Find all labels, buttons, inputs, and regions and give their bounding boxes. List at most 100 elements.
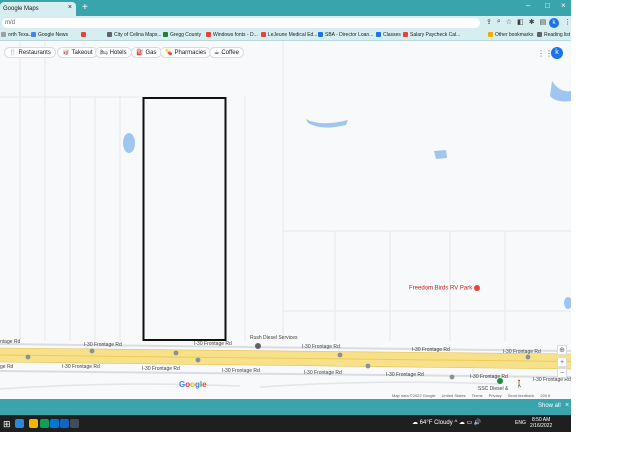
toolbar-icons: ⇪ ⌕ ☆ ◧ ✱ ▤ xyxy=(486,18,546,26)
maximize-button[interactable]: □ xyxy=(545,1,550,10)
poi-freedom-birds[interactable]: Freedom Birds RV Park xyxy=(409,285,481,292)
search-icon[interactable] xyxy=(15,419,24,428)
feedback-link[interactable]: Send feedback xyxy=(508,393,535,398)
show-all-button[interactable]: Show all xyxy=(538,403,561,409)
new-tab-button[interactable]: + xyxy=(82,2,88,14)
restaurant-icon: 🍴 xyxy=(9,50,17,56)
clock-date: 2/16/2022 xyxy=(530,423,553,429)
scale-label[interactable]: 200 ft xyxy=(540,393,550,398)
close-icon[interactable]: × xyxy=(565,402,569,409)
star-icon[interactable]: ☆ xyxy=(506,18,512,26)
puzzle-icon[interactable]: ✱ xyxy=(529,18,535,26)
privacy-link[interactable]: Privacy xyxy=(489,393,502,398)
road-label: I-30 Frontage Rd xyxy=(304,370,342,376)
file-explorer-icon[interactable] xyxy=(29,419,38,428)
app-icon[interactable] xyxy=(70,419,79,428)
reading-list-icon xyxy=(537,32,542,38)
bookmark-favicon xyxy=(1,32,6,38)
other-bookmarks[interactable]: Other bookmarks xyxy=(488,30,533,40)
road-label: I-30 Frontage Rd xyxy=(84,342,122,348)
bookmark-favicon xyxy=(318,32,323,38)
bookmark-favicon xyxy=(206,32,211,38)
chip-coffee[interactable]: ☕ Coffee xyxy=(209,47,244,58)
extension-icon[interactable]: ◧ xyxy=(517,18,524,26)
youtube-icon xyxy=(81,32,86,38)
bookmark-item[interactable]: Gregg County xyxy=(163,30,201,40)
chip-takeout[interactable]: 🥡 Takeout xyxy=(57,47,98,58)
profile-avatar[interactable]: k xyxy=(549,18,559,28)
weather-widget[interactable]: ☁ 64°F Cloudy ^ ☁ ▭ 🔊 xyxy=(412,419,481,426)
zoom-in-button[interactable]: + xyxy=(557,357,567,367)
gas-icon: ⛽ xyxy=(136,50,144,56)
tab-google-maps[interactable]: Google Maps × xyxy=(0,2,76,16)
sidebar-icon[interactable]: ▤ xyxy=(540,18,547,26)
zoom-icon[interactable]: ⌕ xyxy=(497,18,501,26)
account-avatar[interactable]: k xyxy=(551,47,563,59)
download-bar: Show all × xyxy=(0,399,571,415)
parcel-outline xyxy=(142,97,227,341)
bookmark-favicon xyxy=(261,32,266,38)
road-label: I-30 Frontage Rd xyxy=(470,374,508,380)
address-bar: m/d ⇪ ⌕ ☆ ◧ ✱ ▤ k ⋮ xyxy=(0,16,571,30)
chip-restaurants[interactable]: 🍴 Restaurants xyxy=(4,47,56,58)
clock[interactable]: 8:50 AM 2/16/2022 xyxy=(530,417,552,429)
pharmacy-icon: 💊 xyxy=(165,50,173,56)
folder-icon xyxy=(488,32,493,38)
map-data-credit: Map data ©2022 Google xyxy=(392,393,436,398)
road-label: I-30 Frontage Rd xyxy=(302,344,340,350)
google-letter: e xyxy=(202,380,207,389)
road-label: ntage Rd xyxy=(0,339,21,345)
bookmark-item[interactable]: Google News xyxy=(31,30,68,40)
pegman-icon[interactable]: 🚶 xyxy=(515,380,524,388)
bookmark-favicon xyxy=(376,32,381,38)
minimize-button[interactable]: – xyxy=(526,1,530,10)
chrome-icon[interactable] xyxy=(40,419,49,428)
chip-hotels[interactable]: 🛏 Hotels xyxy=(95,47,132,58)
tab-strip: Google Maps × + – □ × xyxy=(0,0,571,16)
map-footer: Map data ©2022 Google United States Terms P… xyxy=(392,393,556,398)
tab-title: Google Maps xyxy=(3,6,39,12)
chip-gas[interactable]: ⛽ Gas xyxy=(131,47,162,58)
zoom-out-button[interactable]: − xyxy=(557,368,567,378)
footer-region: United States xyxy=(441,393,466,398)
poi-name: Freedom Birds RV Park xyxy=(409,285,473,292)
outlook-icon[interactable] xyxy=(60,419,69,428)
url-input[interactable]: m/d xyxy=(2,18,480,28)
window-close-button[interactable]: × xyxy=(561,1,566,10)
bookmark-item[interactable]: Windows fonts - D... xyxy=(206,30,258,40)
screen: Google Maps × + – □ × m/d ⇪ ⌕ ☆ ◧ ✱ ▤ k … xyxy=(0,0,571,432)
road-label: I-30 Frontage Rd xyxy=(222,368,260,374)
location-button[interactable]: ⊕ xyxy=(557,345,567,355)
takeout-icon: 🥡 xyxy=(62,50,70,56)
terms-link[interactable]: Terms xyxy=(472,393,483,398)
poi-label[interactable]: Rush Diesel Services xyxy=(250,335,298,341)
bookmark-item[interactable]: LeJeune Medical Ed... xyxy=(261,30,317,40)
bookmark-item[interactable]: Salary Paycheck Cal... xyxy=(403,30,460,40)
road-label: I-30 Frontage Rd xyxy=(142,366,180,372)
road-label: I-30 Frontage Rd xyxy=(503,349,541,355)
edge-icon[interactable] xyxy=(50,419,59,428)
taskbar: ⊞ ☁ 64°F Cloudy ^ ☁ ▭ 🔊 ENG 8:50 AM 2/16… xyxy=(0,415,571,432)
google-logo: Google xyxy=(179,380,207,389)
chip-pharmacies[interactable]: 💊 Pharmacies xyxy=(160,47,212,58)
bookmarks-bar: orth Texa... Google News City of Celina … xyxy=(0,30,571,41)
bookmark-favicon xyxy=(107,32,112,38)
bookmark-favicon xyxy=(31,32,36,38)
water-features xyxy=(123,81,571,309)
system-tray-icons[interactable]: ^ ☁ ▭ 🔊 xyxy=(454,420,481,426)
bookmark-item[interactable]: orth Texa... xyxy=(1,30,33,40)
windows-start-icon[interactable]: ⊞ xyxy=(3,419,11,430)
rush-diesel-pin xyxy=(255,343,261,349)
bookmark-item[interactable]: Classes xyxy=(376,30,401,40)
bookmark-favicon xyxy=(403,32,408,38)
bookmark-item[interactable]: City of Celina Maps... xyxy=(107,30,162,40)
menu-icon[interactable]: ⋮ xyxy=(564,18,571,26)
language-indicator[interactable]: ENG xyxy=(515,420,526,426)
poi-label[interactable]: SSC Diesel & xyxy=(478,386,508,392)
reading-list[interactable]: Reading list xyxy=(537,30,570,40)
share-icon[interactable]: ⇪ xyxy=(486,18,492,26)
bookmark-item[interactable] xyxy=(81,30,88,40)
road-label: ge Rd xyxy=(0,364,14,370)
close-icon[interactable]: × xyxy=(68,4,72,11)
bookmark-item[interactable]: SBA - Director Loan... xyxy=(318,30,373,40)
